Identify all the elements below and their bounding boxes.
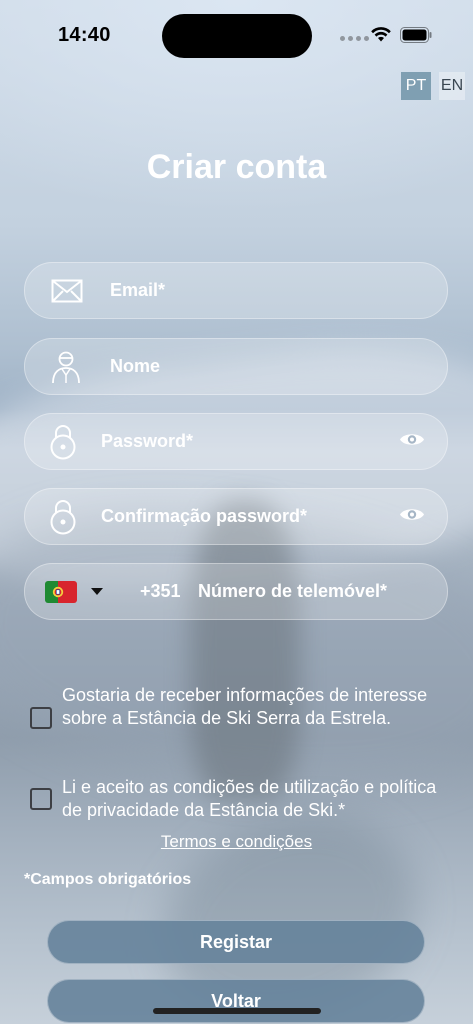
page-title: Criar conta: [146, 148, 327, 186]
newsletter-checkbox-row[interactable]: Gostaria de receber informações de inter…: [30, 684, 450, 730]
phone-prefix: +351: [140, 581, 181, 601]
eye-icon[interactable]: [399, 505, 425, 528]
lang-pt-button[interactable]: PT: [401, 72, 431, 100]
caret-down-icon[interactable]: [91, 583, 103, 601]
name-field[interactable]: Nome: [24, 338, 448, 395]
home-indicator: [153, 1008, 321, 1014]
phone-placeholder: Número de telemóvel*: [198, 581, 388, 601]
password-confirm-placeholder: Confirmação password*: [101, 506, 308, 526]
newsletter-checkbox[interactable]: [30, 707, 52, 729]
padlock-icon: [49, 499, 77, 535]
wifi-icon: [371, 27, 391, 42]
register-button[interactable]: Registar: [47, 920, 425, 964]
battery-icon: [400, 27, 432, 43]
status-bar: 14:40: [0, 0, 473, 70]
portugal-flag-icon[interactable]: [45, 580, 77, 603]
back-button[interactable]: Voltar: [47, 979, 425, 1023]
required-fields-note: *Campos obrigatórios: [24, 871, 192, 888]
person-icon: [51, 350, 81, 384]
email-placeholder: Email*: [110, 280, 166, 300]
terms-label: Li e aceito as condições de utilização e…: [62, 777, 437, 820]
language-switch: PT EN: [401, 72, 465, 100]
signal-icon: [340, 36, 369, 41]
password-field[interactable]: Password*: [24, 413, 448, 470]
name-placeholder: Nome: [110, 356, 161, 376]
lang-en-button[interactable]: EN: [439, 72, 465, 100]
terms-checkbox[interactable]: [30, 788, 52, 810]
padlock-icon: [49, 424, 77, 460]
terms-link[interactable]: Termos e condições: [0, 832, 473, 852]
envelope-icon: [51, 279, 83, 303]
password-placeholder: Password*: [101, 431, 194, 451]
newsletter-label: Gostaria de receber informações de inter…: [62, 685, 428, 728]
status-time: 14:40: [58, 24, 111, 46]
eye-icon[interactable]: [399, 430, 425, 453]
terms-checkbox-row[interactable]: Li e aceito as condições de utilização e…: [30, 776, 450, 822]
dynamic-island: [162, 14, 312, 58]
email-field[interactable]: Email*: [24, 262, 448, 319]
password-confirm-field[interactable]: Confirmação password*: [24, 488, 448, 545]
phone-field[interactable]: +351 Número de telemóvel*: [24, 563, 448, 620]
